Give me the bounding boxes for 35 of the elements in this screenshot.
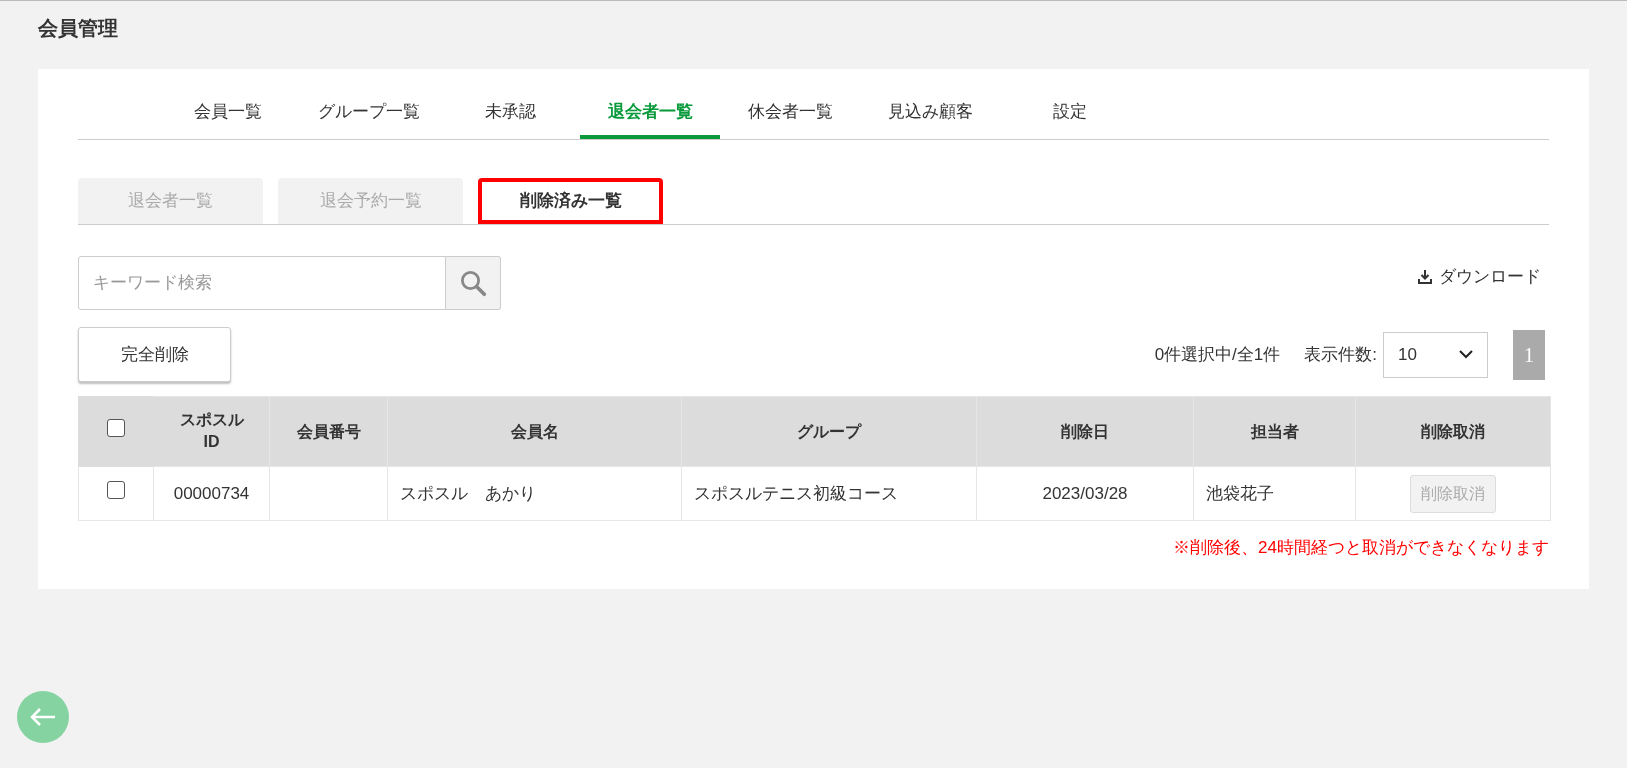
tab[interactable]: 設定 (1000, 89, 1140, 139)
arrow-left-icon (29, 707, 57, 727)
table-cell: スポスル あかり (400, 483, 536, 503)
search-icon (458, 268, 488, 298)
column-header: 会員名 (510, 421, 559, 442)
page-title: 会員管理 (38, 16, 118, 41)
column-header: スポスル ID (179, 409, 244, 452)
selection-count: 0件選択中/全1件 (1154, 343, 1281, 366)
per-page-label: 表示件数: (1304, 343, 1377, 366)
tab[interactable]: 退会者一覧 (580, 89, 720, 139)
checkbox[interactable] (107, 480, 125, 499)
per-page-select[interactable]: 10 (1383, 331, 1488, 378)
download-link[interactable]: ダウンロード (1417, 264, 1541, 290)
column-header: 削除日 (1061, 421, 1109, 442)
column-header: 担当者 (1250, 421, 1299, 442)
sub-tab[interactable]: 削除済み一覧 (478, 178, 663, 224)
table-cell: 池袋花子 (1206, 483, 1274, 503)
search-button[interactable] (446, 256, 501, 310)
table-cell: スポスルテニス初級コース (694, 483, 898, 503)
chevron-down-icon (1459, 350, 1473, 359)
table-cell: 2023/03/28 (1042, 483, 1128, 503)
tab[interactable]: 休会者一覧 (720, 89, 860, 139)
download-icon (1417, 268, 1433, 285)
tab[interactable]: 見込み顧客 (860, 89, 1000, 139)
tab[interactable]: 未承認 (440, 89, 580, 139)
column-header: グループ (797, 421, 861, 442)
column-header: 会員番号 (296, 421, 361, 442)
tab[interactable]: 会員一覧 (158, 89, 298, 139)
tab[interactable]: グループ一覧 (298, 89, 440, 139)
checkbox[interactable] (107, 418, 125, 437)
table-cell: 00000734 (173, 483, 250, 503)
search-field[interactable]: キーワード検索 (78, 256, 446, 310)
column-header: 削除取消 (1421, 421, 1485, 442)
full-delete-button[interactable]: 完全削除 (78, 327, 231, 382)
warning-note: ※削除後、24時間経つと取消ができなくなります (1173, 537, 1549, 559)
